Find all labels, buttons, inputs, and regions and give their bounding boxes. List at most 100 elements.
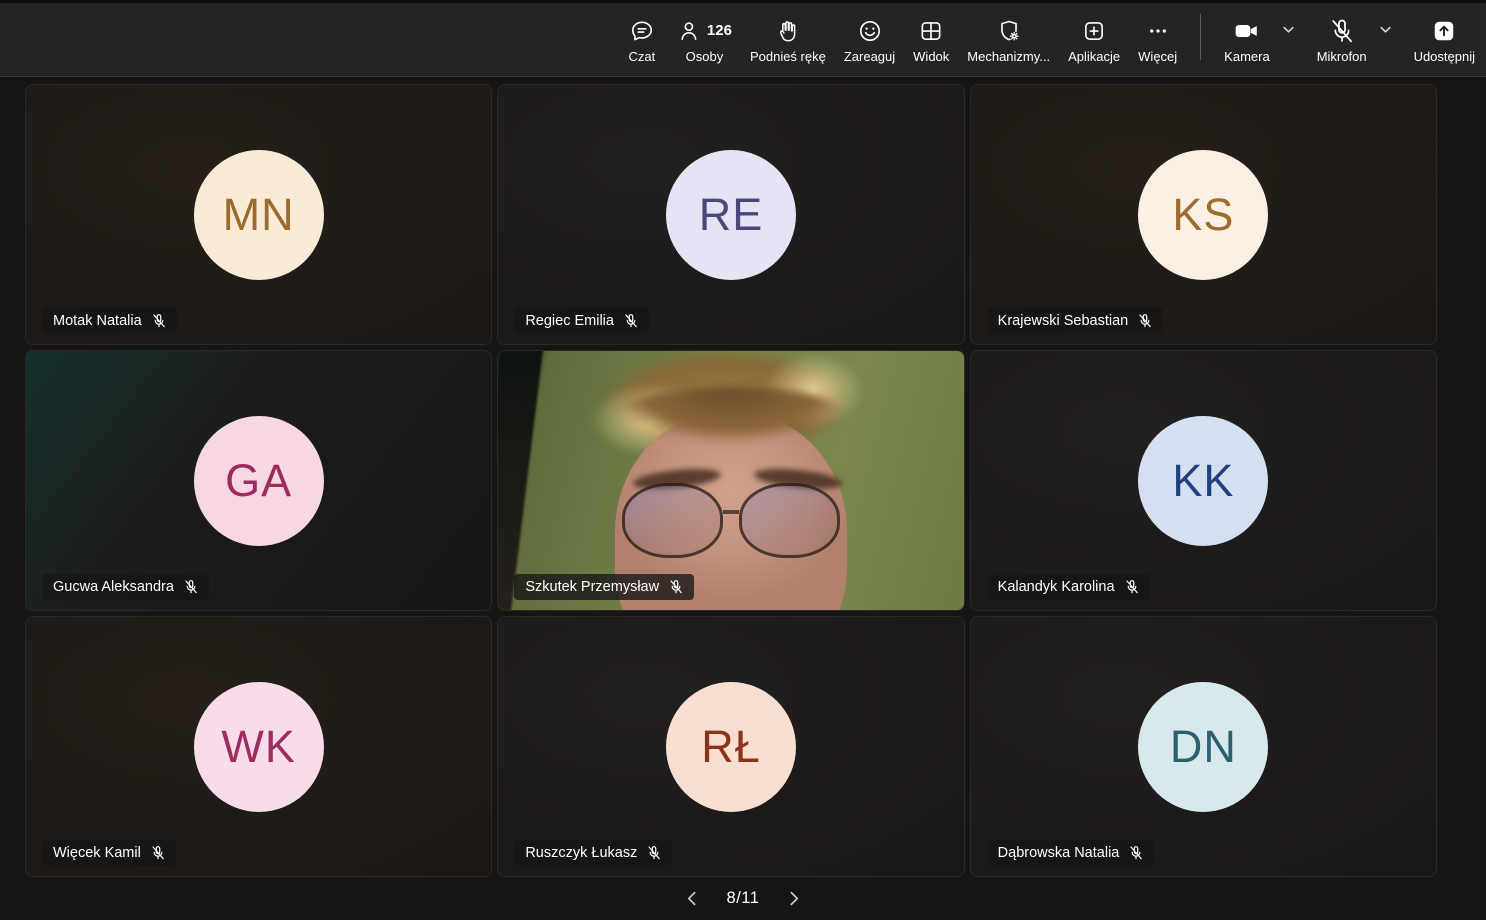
participant-name: Regiec Emilia xyxy=(525,313,614,329)
participant-name: Dąbrowska Natalia xyxy=(998,845,1120,861)
participant-name: Więcek Kamil xyxy=(53,845,141,861)
microphone-button[interactable]: Mikrofon xyxy=(1308,14,1376,66)
participant-tile[interactable]: DN Dąbrowska Natalia xyxy=(970,616,1437,877)
avatar-wrap: DN xyxy=(971,617,1436,876)
mic-off-icon xyxy=(623,313,639,329)
meeting-toolbar: Czat 126 Osoby Podnieś rękę xyxy=(0,0,1486,77)
avatar-wrap: MN xyxy=(26,85,491,344)
mic-off-icon xyxy=(150,845,166,861)
share-label: Udostępnij xyxy=(1414,49,1475,64)
avatar: DN xyxy=(1138,682,1268,812)
mic-off-icon xyxy=(1328,17,1356,45)
device-controls: Kamera Mikrofon xyxy=(1215,14,1484,66)
people-label: Osoby xyxy=(686,49,724,64)
participant-name: Krajewski Sebastian xyxy=(998,313,1129,329)
raise-hand-label: Podnieś rękę xyxy=(750,49,826,64)
participant-grid: MN Motak Natalia RE xyxy=(0,77,1486,877)
chevron-down-icon xyxy=(1281,22,1296,37)
camera-options-chevron[interactable] xyxy=(1279,14,1300,37)
toolbar-divider xyxy=(1200,14,1201,60)
avatar-wrap: WK xyxy=(26,617,491,876)
name-badge: Więcek Kamil xyxy=(42,840,176,866)
avatar-wrap: RŁ xyxy=(498,617,963,876)
participant-count: 126 xyxy=(707,22,732,39)
chevron-right-icon xyxy=(785,890,802,907)
participant-tile[interactable]: KK Kalandyk Karolina xyxy=(970,350,1437,611)
raise-hand-button[interactable]: Podnieś rękę xyxy=(741,14,835,66)
people-icon xyxy=(677,18,703,44)
raise-hand-icon xyxy=(775,18,801,44)
more-label: Więcej xyxy=(1138,49,1177,64)
name-badge: Kalandyk Karolina xyxy=(987,574,1150,600)
mic-off-icon xyxy=(646,845,662,861)
avatar-wrap: KS xyxy=(971,85,1436,344)
participant-tile[interactable]: RE Regiec Emilia xyxy=(497,84,964,345)
mic-off-icon xyxy=(1128,845,1144,861)
avatar: WK xyxy=(194,682,324,812)
breakout-rooms-label: Mechanizmy... xyxy=(967,49,1050,64)
mic-off-icon xyxy=(1124,579,1140,595)
grid-pagination: 8/11 xyxy=(0,877,1486,920)
more-button[interactable]: Więcej xyxy=(1129,14,1186,66)
avatar: RE xyxy=(666,150,796,280)
microphone-label: Mikrofon xyxy=(1317,49,1367,64)
avatar: MN xyxy=(194,150,324,280)
next-page-button[interactable] xyxy=(781,886,806,911)
apps-label: Aplikacje xyxy=(1068,49,1120,64)
apps-plus-icon xyxy=(1081,18,1107,44)
participant-name: Ruszczyk Łukasz xyxy=(525,845,637,861)
name-badge: Ruszczyk Łukasz xyxy=(514,840,672,866)
share-button[interactable]: Udostępnij xyxy=(1405,14,1484,66)
avatar-wrap: GA xyxy=(26,351,491,610)
react-smiley-icon xyxy=(857,18,883,44)
react-button[interactable]: Zareaguj xyxy=(835,14,904,66)
react-label: Zareaguj xyxy=(844,49,895,64)
people-button[interactable]: 126 Osoby xyxy=(668,14,741,66)
avatar: KS xyxy=(1138,150,1268,280)
avatar: GA xyxy=(194,416,324,546)
participant-tile[interactable]: WK Więcek Kamil xyxy=(25,616,492,877)
participant-name: Szkutek Przemysław xyxy=(525,579,659,595)
name-badge: Motak Natalia xyxy=(42,308,177,334)
avatar-wrap: KK xyxy=(971,351,1436,610)
camera-button[interactable]: Kamera xyxy=(1215,14,1279,66)
breakout-rooms-shield-gear-icon xyxy=(996,18,1022,44)
page-indicator: 8/11 xyxy=(727,889,760,908)
camera-on-icon xyxy=(1232,18,1262,44)
participant-tile[interactable]: MN Motak Natalia xyxy=(25,84,492,345)
name-badge: Gucwa Aleksandra xyxy=(42,574,209,600)
avatar-wrap: RE xyxy=(498,85,963,344)
participant-name: Motak Natalia xyxy=(53,313,142,329)
avatar: RŁ xyxy=(666,682,796,812)
mic-off-icon xyxy=(151,313,167,329)
participant-name: Gucwa Aleksandra xyxy=(53,579,174,595)
participant-tile[interactable]: Szkutek Przemysław xyxy=(497,350,964,611)
previous-page-button[interactable] xyxy=(680,886,705,911)
mic-off-icon xyxy=(1137,313,1153,329)
avatar: KK xyxy=(1138,416,1268,546)
name-badge: Dąbrowska Natalia xyxy=(987,840,1155,866)
participant-tile[interactable]: RŁ Ruszczyk Łukasz xyxy=(497,616,964,877)
chat-label: Czat xyxy=(629,49,656,64)
breakout-rooms-button[interactable]: Mechanizmy... xyxy=(958,14,1059,66)
view-label: Widok xyxy=(913,49,949,64)
chat-button[interactable]: Czat xyxy=(616,14,668,66)
chevron-left-icon xyxy=(684,890,701,907)
chevron-down-icon xyxy=(1378,22,1393,37)
mic-off-icon xyxy=(183,579,199,595)
more-ellipsis-icon xyxy=(1145,18,1171,44)
view-button[interactable]: Widok xyxy=(904,14,958,66)
microphone-options-chevron[interactable] xyxy=(1376,14,1397,37)
name-badge: Szkutek Przemysław xyxy=(514,574,694,600)
view-grid-icon xyxy=(918,18,944,44)
apps-button[interactable]: Aplikacje xyxy=(1059,14,1129,66)
chat-icon xyxy=(629,18,655,44)
camera-label: Kamera xyxy=(1224,49,1270,64)
name-badge: Regiec Emilia xyxy=(514,308,649,334)
name-badge: Krajewski Sebastian xyxy=(987,308,1164,334)
participant-tile[interactable]: GA Gucwa Aleksandra xyxy=(25,350,492,611)
participant-tile[interactable]: KS Krajewski Sebastian xyxy=(970,84,1437,345)
participant-name: Kalandyk Karolina xyxy=(998,579,1115,595)
share-screen-icon xyxy=(1431,18,1457,44)
mic-off-icon xyxy=(668,579,684,595)
